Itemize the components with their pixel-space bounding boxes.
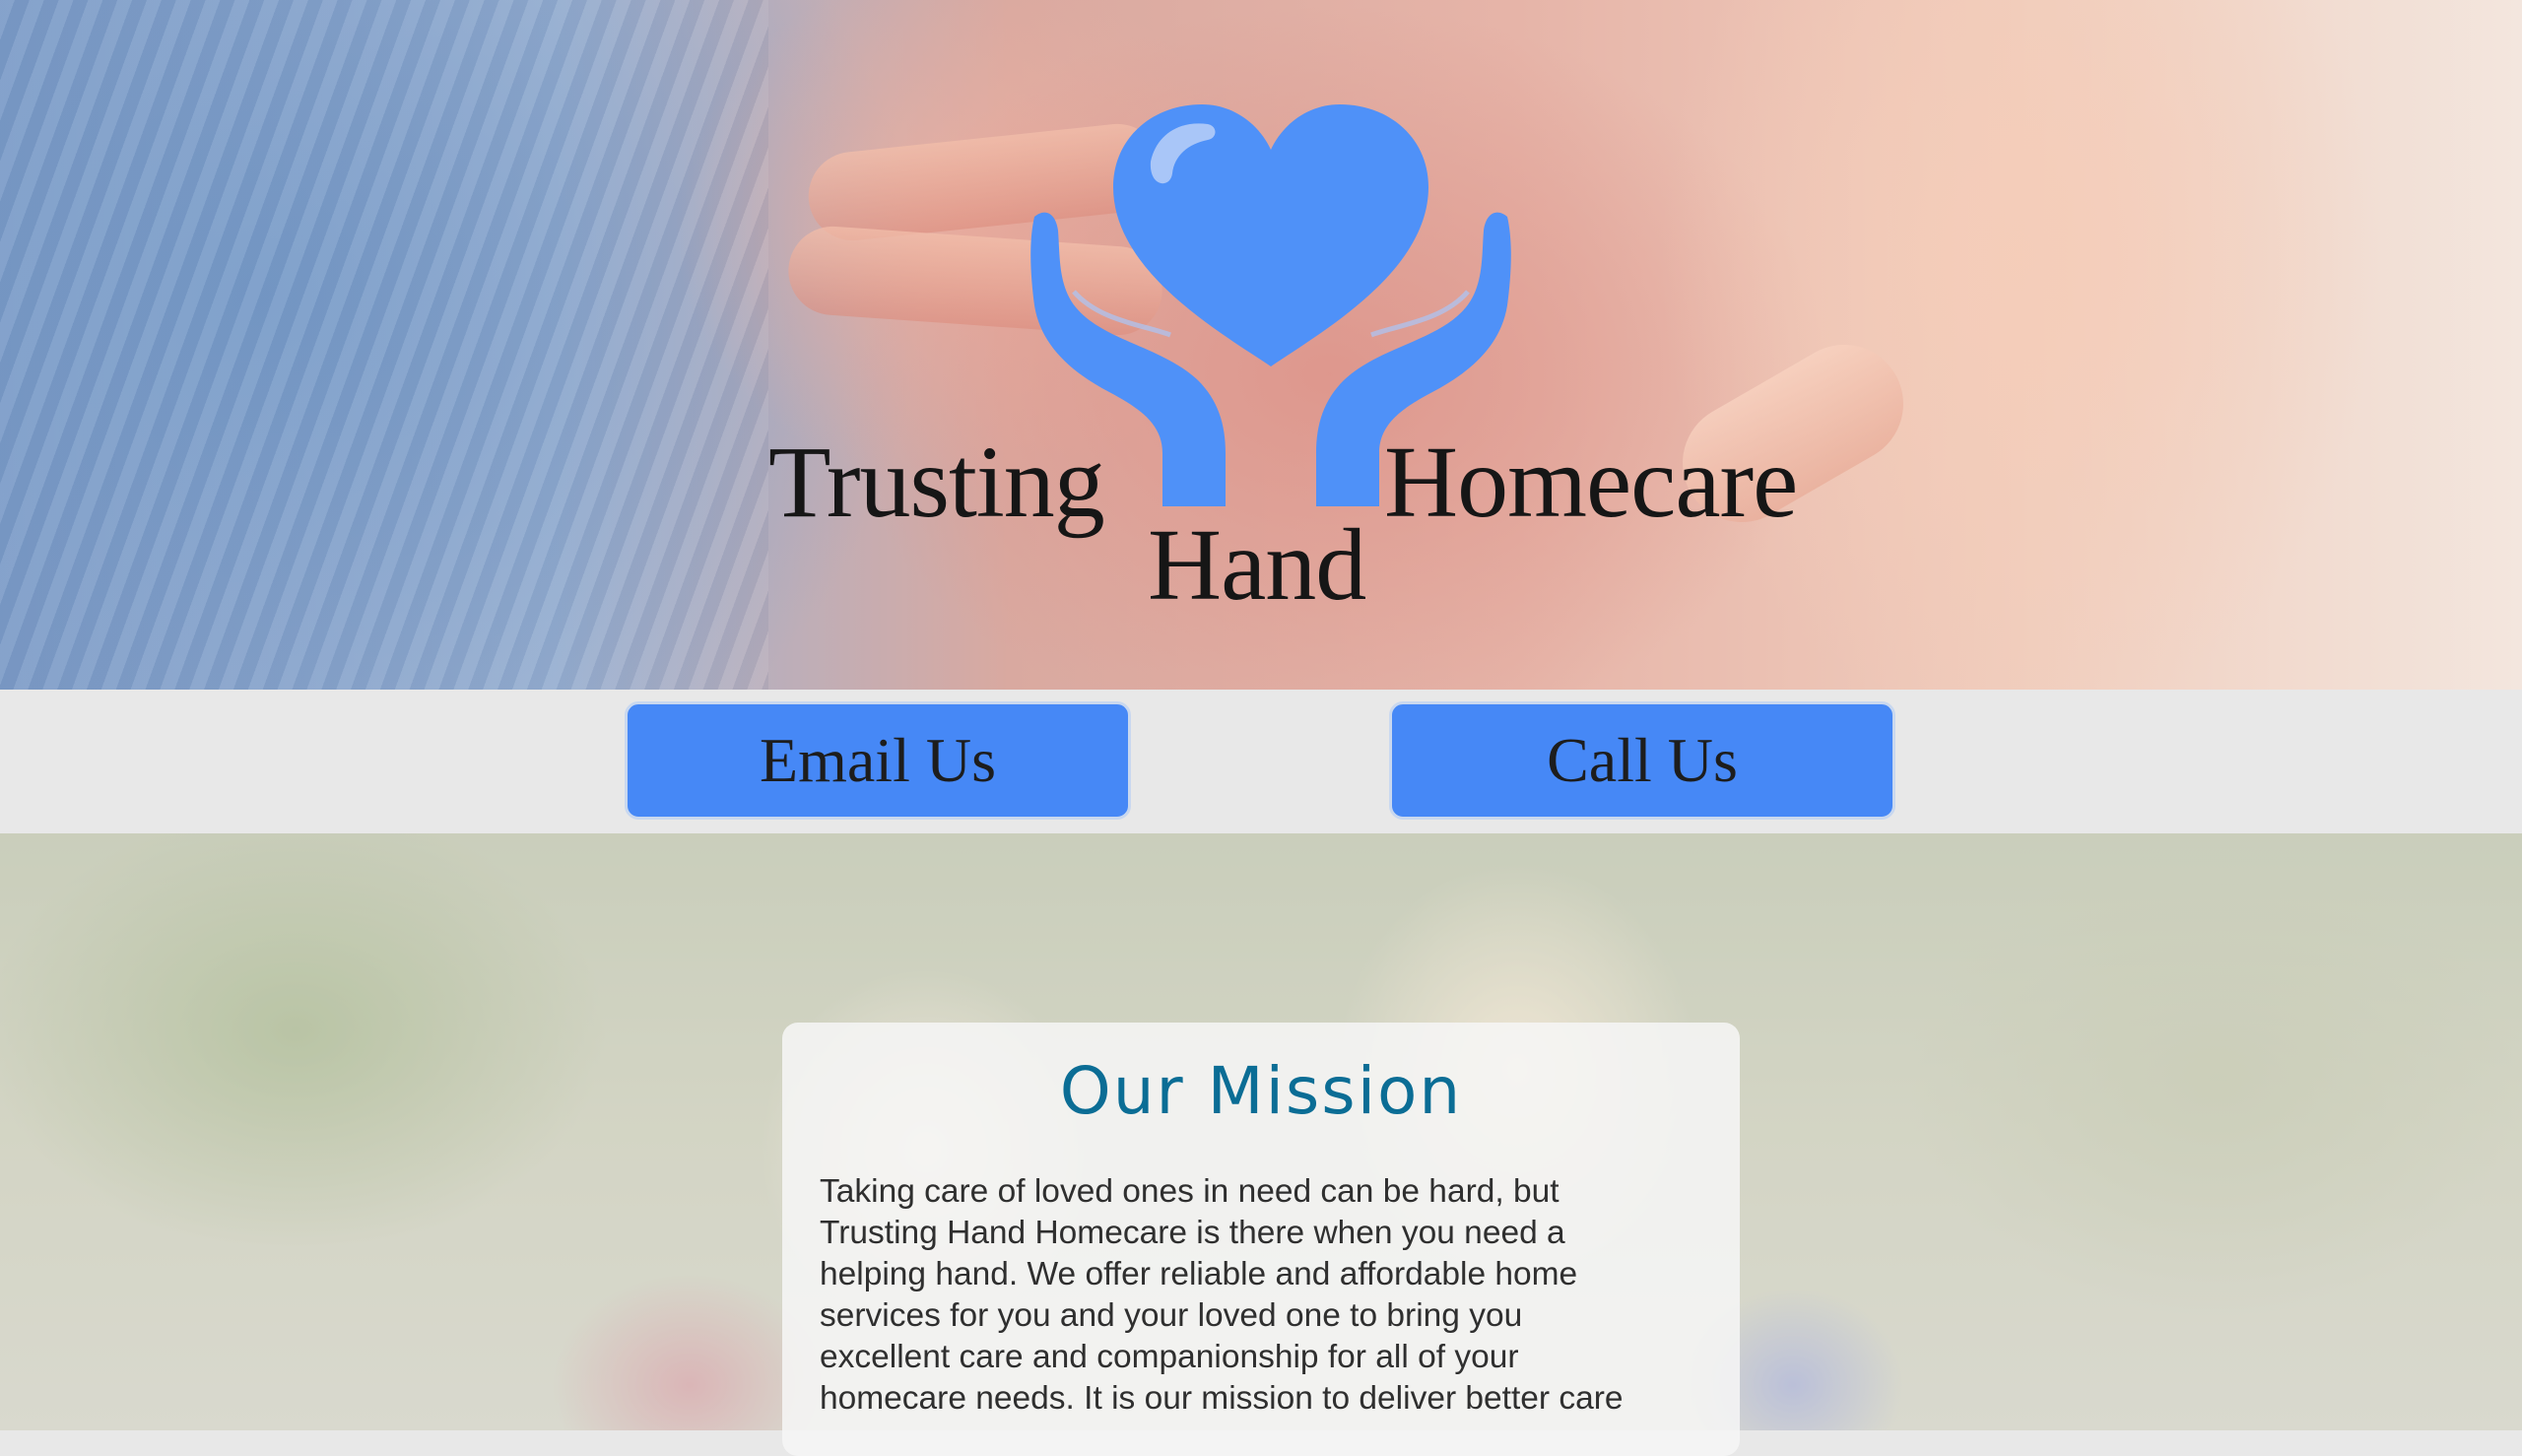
contact-actions-bar: Email Us Call Us (0, 690, 2522, 833)
logo-word-homecare: Homecare (1384, 426, 1798, 539)
mission-title: Our Mission (1059, 1053, 1463, 1129)
mission-text: Taking care of loved ones in need can be… (820, 1173, 1624, 1418)
site-logo[interactable]: Trusting Homecare Hand (749, 99, 1832, 630)
logo-word-hand: Hand (1148, 508, 1366, 622)
email-us-button[interactable]: Email Us (625, 701, 1131, 820)
mission-card: Our Mission Taking care of loved ones in… (782, 1023, 1740, 1456)
hero-photo-sleeve (0, 0, 768, 690)
logo-word-trusting: Trusting (768, 426, 1105, 539)
call-us-button[interactable]: Call Us (1389, 701, 1895, 820)
hero-banner: Trusting Homecare Hand (0, 0, 2522, 690)
